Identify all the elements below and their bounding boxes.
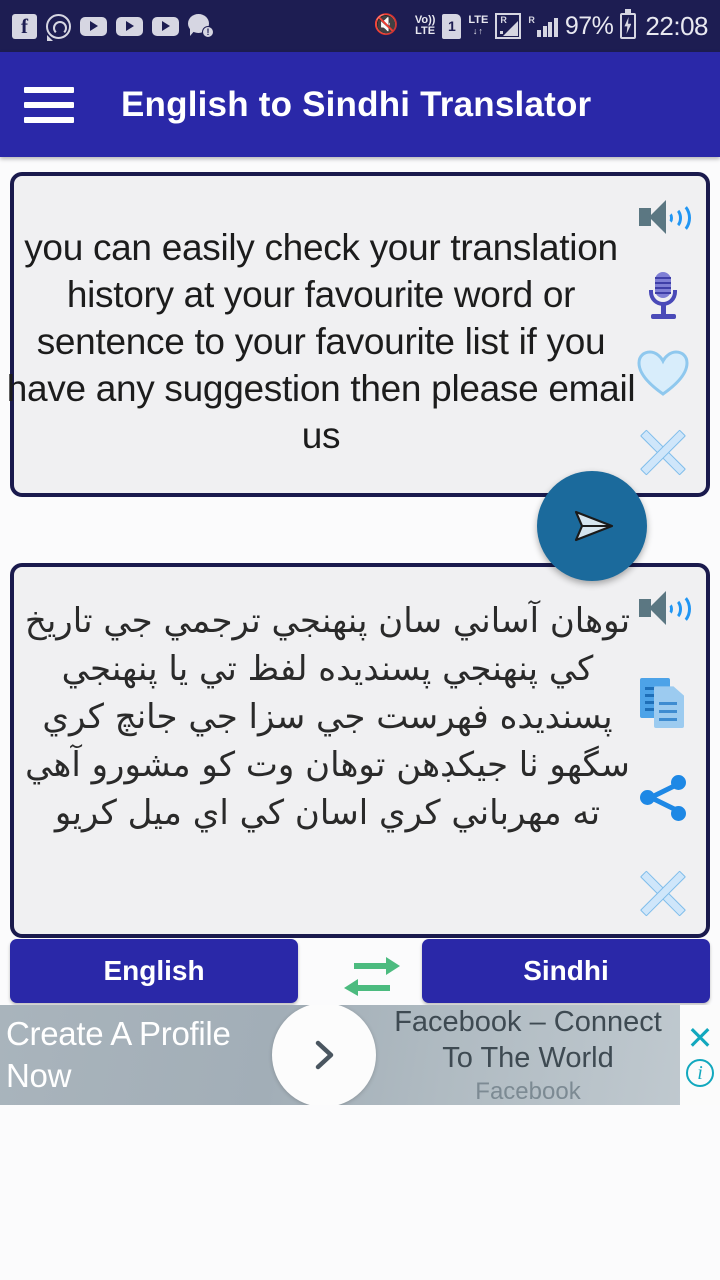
ad-headline: Create A Profile Now [6,1015,231,1094]
ad-info-icon[interactable]: i [686,1059,714,1087]
signal-dot [500,31,504,34]
message-alert-icon: ! [188,14,214,38]
volte-line-2: LTE [415,25,436,37]
muted-vibrate-icon: 🔇 [373,14,399,36]
clear-x-icon[interactable] [635,423,691,479]
ad-cta-button[interactable] [272,1005,376,1105]
share-icon[interactable] [635,770,691,826]
status-bar-system: 🔇 Vo)) LTE 1 LTE ↓↑ R R 97% 22:08 [373,9,708,41]
youtube-icon [80,16,107,36]
volte-icon: Vo)) LTE [415,15,436,37]
lte-arrows: ↓↑ [472,26,484,36]
roaming-signal-icon: R [495,13,522,39]
language-selector-bar: English Sindhi [0,935,720,1007]
youtube-icon [116,16,143,36]
clear-x-icon[interactable] [635,864,691,920]
send-icon[interactable] [537,471,647,581]
target-language-button[interactable]: Sindhi [422,939,710,1003]
ad-controls: ✕ i [680,1005,720,1105]
ad-advertiser: Facebook [475,1077,581,1105]
chevron-right-icon [315,1040,334,1070]
translated-text-card[interactable]: توهان آساني سان پنهنجي ترجمي جي تاريخ كي… [10,563,710,938]
battery-percent: 97% [564,11,614,40]
speak-icon[interactable] [635,190,691,246]
microphone-icon[interactable] [635,268,691,324]
send-glyph [574,510,614,542]
whatsapp-icon [46,13,71,41]
swap-glyph [344,957,400,996]
source-text-card[interactable]: you can easily check your translation hi… [7,172,710,497]
app-bar: English to Sindhi Translator [0,52,720,157]
status-bar: f ! 🔇 Vo)) LTE 1 LTE ↓↑ R R 97% 22:08 [0,0,720,52]
source-action-column [628,190,698,479]
ad-title: Facebook – Connect To The World [394,1005,662,1074]
output-action-column [628,581,698,920]
favourite-heart-icon[interactable] [635,345,691,401]
clock: 22:08 [645,11,708,41]
ad-body: Facebook – Connect To The World Facebook [376,1005,680,1105]
source-language-button[interactable]: English [10,939,298,1003]
facebook-icon: f [12,13,37,39]
speak-icon[interactable] [635,581,691,637]
swap-arrows-icon[interactable] [340,953,404,997]
signal-roaming-letter: R [528,15,535,25]
empty-area [0,1105,720,1280]
ad-banner[interactable]: Create A Profile Now Facebook – Connect … [0,1005,720,1105]
translated-text: توهان آساني سان پنهنجي ترجمي جي تاريخ كي… [24,601,631,833]
ad-close-icon[interactable]: ✕ [687,1022,714,1054]
lte-label: LTE [468,14,489,26]
youtube-icon [152,16,179,36]
source-text[interactable]: you can easily check your translation hi… [6,224,636,459]
sim-slot-icon: 1 [442,13,462,39]
lte-data-icon: LTE ↓↑ [468,15,488,37]
page-title: English to Sindhi Translator [121,84,592,124]
hamburger-icon[interactable] [24,84,76,126]
message-badge: ! [202,26,214,38]
copy-icon[interactable] [635,675,691,731]
signal-bars-icon: R [528,15,558,37]
status-bar-notifications: f ! [12,13,214,41]
battery-charging-icon [620,9,637,39]
signal-triangle [503,21,519,36]
